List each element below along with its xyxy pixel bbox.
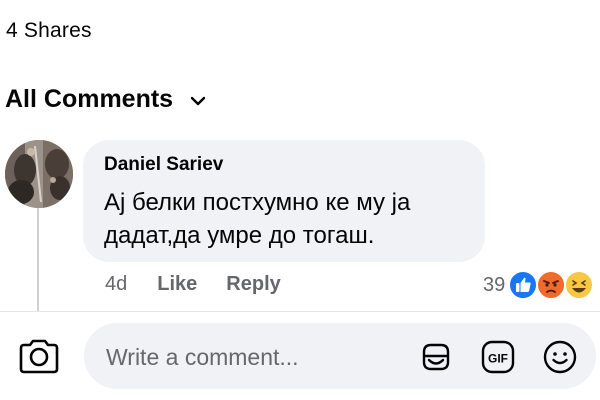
reaction-count: 39 [483,273,506,296]
sticker-icon[interactable] [418,339,454,375]
avatar-photo [5,140,73,208]
gif-icon[interactable]: GIF [480,339,516,375]
haha-reaction-icon [564,270,595,300]
reaction-icons [508,269,595,301]
avatar[interactable] [5,140,73,208]
reaction-summary[interactable]: 39 [483,268,595,302]
camera-icon[interactable] [17,336,61,376]
chevron-down-icon [190,96,206,105]
comment-bubble: Daniel Sariev Ај белки постхумно ке му ј… [83,140,485,262]
like-button[interactable]: Like [157,273,197,296]
comment-author[interactable]: Daniel Sariev [104,154,223,176]
comments-filter-dropdown[interactable]: All Comments [5,85,207,114]
comment-timestamp[interactable]: 4d [105,273,127,296]
comments-filter-label: All Comments [5,85,174,113]
comment-input[interactable] [104,339,408,375]
angry-reaction-icon [536,270,567,300]
thread-line [37,208,39,312]
like-reaction-icon [508,270,539,300]
emoji-icon[interactable] [542,339,578,375]
comment-actions: 4d Like Reply [105,273,281,296]
comment-composer: GIF [0,312,600,400]
reply-button[interactable]: Reply [226,273,280,296]
comments-screen: 4 Shares All Comments Daniel Sariev Ај б… [0,0,600,400]
comment-text: Ај белки постхумно ке му ја дадат,да умр… [104,189,411,249]
shares-count[interactable]: 4 Shares [6,19,92,43]
comment-input-container: GIF [84,323,596,389]
gif-label: GIF [488,352,508,366]
